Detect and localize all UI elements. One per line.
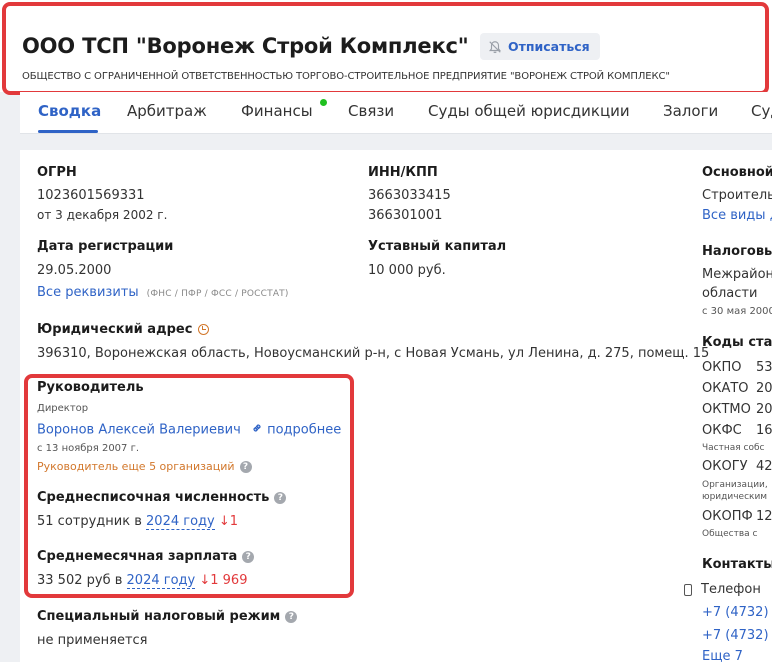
main-activity-value: Строитель: [702, 188, 772, 203]
main-activity-label: Основной: [702, 165, 772, 180]
contacts-label: Контакты: [702, 557, 772, 572]
tax-authority-value-1: Межрайон: [702, 267, 772, 282]
tab-pledges[interactable]: Залоги: [663, 102, 718, 120]
requisites-note: (ФНС / ПФР / ФСС / РОССТАТ): [146, 289, 289, 299]
tab-courts[interactable]: Суды общей юрисдикции: [428, 102, 630, 120]
clock-icon[interactable]: [198, 324, 210, 335]
tab-arbitration[interactable]: Арбитраж: [127, 102, 207, 120]
okopf-note: Общества с: [702, 529, 758, 539]
tab-finance[interactable]: Финансы: [241, 102, 313, 120]
inn-value: 3663033415: [368, 188, 451, 203]
phone-row: Телефон: [684, 582, 761, 597]
okato-name: ОКАТО: [702, 381, 749, 396]
active-tab-underline: [38, 130, 98, 133]
director-block-highlight: [24, 374, 354, 598]
phone-icon: [684, 583, 692, 596]
okato-value: 20: [756, 381, 772, 396]
okogu-note-1: Организации,: [702, 480, 768, 490]
tax-regime-value: не применяется: [37, 633, 148, 648]
tab-summary[interactable]: Сводка: [38, 102, 101, 120]
okfs-note: Частная собс: [702, 443, 765, 453]
new-indicator-dot: [320, 99, 327, 106]
phone-2-link[interactable]: +7 (4732) 4: [702, 628, 772, 643]
tab-links[interactable]: Связи: [348, 102, 394, 120]
phone-label: Телефон: [701, 582, 761, 597]
oktmo-value: 20: [756, 402, 772, 417]
address-label: Юридический адрес: [37, 322, 210, 337]
okfs-value: 16: [756, 423, 772, 438]
reg-date-label: Дата регистрации: [37, 239, 174, 254]
okfs-name: ОКФС: [702, 423, 742, 438]
tax-authority-date: с 30 мая 2000: [702, 306, 772, 317]
okpo-value: 53: [756, 360, 772, 375]
tax-authority-value-2: области: [702, 286, 758, 301]
ogrn-label: ОГРН: [37, 165, 77, 180]
stat-codes-label: Коды стат: [702, 335, 772, 350]
tab-bar: Сводка Арбитраж Финансы Связи Суды общей…: [20, 92, 772, 134]
header-highlight: [2, 2, 769, 95]
reg-date-value: 29.05.2000: [37, 263, 112, 278]
address-value: 396310, Воронежская область, Новоусманск…: [37, 346, 710, 361]
address-label-text: Юридический адрес: [37, 322, 193, 337]
capital-label: Уставный капитал: [368, 239, 507, 254]
ogrn-date: от 3 декабря 2002 г.: [37, 208, 168, 222]
tax-authority-label: Налоговы: [702, 244, 772, 259]
oktmo-name: ОКТМО: [702, 402, 751, 417]
okpo-name: ОКПО: [702, 360, 742, 375]
okopf-name: ОКОПФ: [702, 509, 753, 524]
all-requisites: Все реквизиты (ФНС / ПФР / ФСС / РОССТАТ): [37, 285, 289, 300]
okopf-value: 12: [756, 509, 772, 524]
tax-regime-label-text: Специальный налоговый режим: [37, 609, 281, 624]
tab-more[interactable]: Суд: [751, 102, 772, 120]
okogu-name: ОКОГУ: [702, 459, 748, 474]
okogu-note-2: юридическим: [702, 492, 768, 502]
phone-1-link[interactable]: +7 (4732) 4: [702, 605, 772, 620]
more-phones-link[interactable]: Еще 7: [702, 649, 743, 662]
all-activities-link[interactable]: Все виды д: [702, 208, 772, 223]
tax-regime-label: Специальный налоговый режим?: [37, 609, 298, 624]
inn-kpp-label: ИНН/КПП: [368, 165, 438, 180]
ogrn-value: 1023601569331: [37, 188, 145, 203]
capital-value: 10 000 руб.: [368, 263, 446, 278]
okogu-value: 42: [756, 459, 772, 474]
kpp-value: 366301001: [368, 208, 443, 223]
help-icon[interactable]: ?: [285, 610, 298, 623]
all-requisites-link[interactable]: Все реквизиты: [37, 285, 139, 300]
